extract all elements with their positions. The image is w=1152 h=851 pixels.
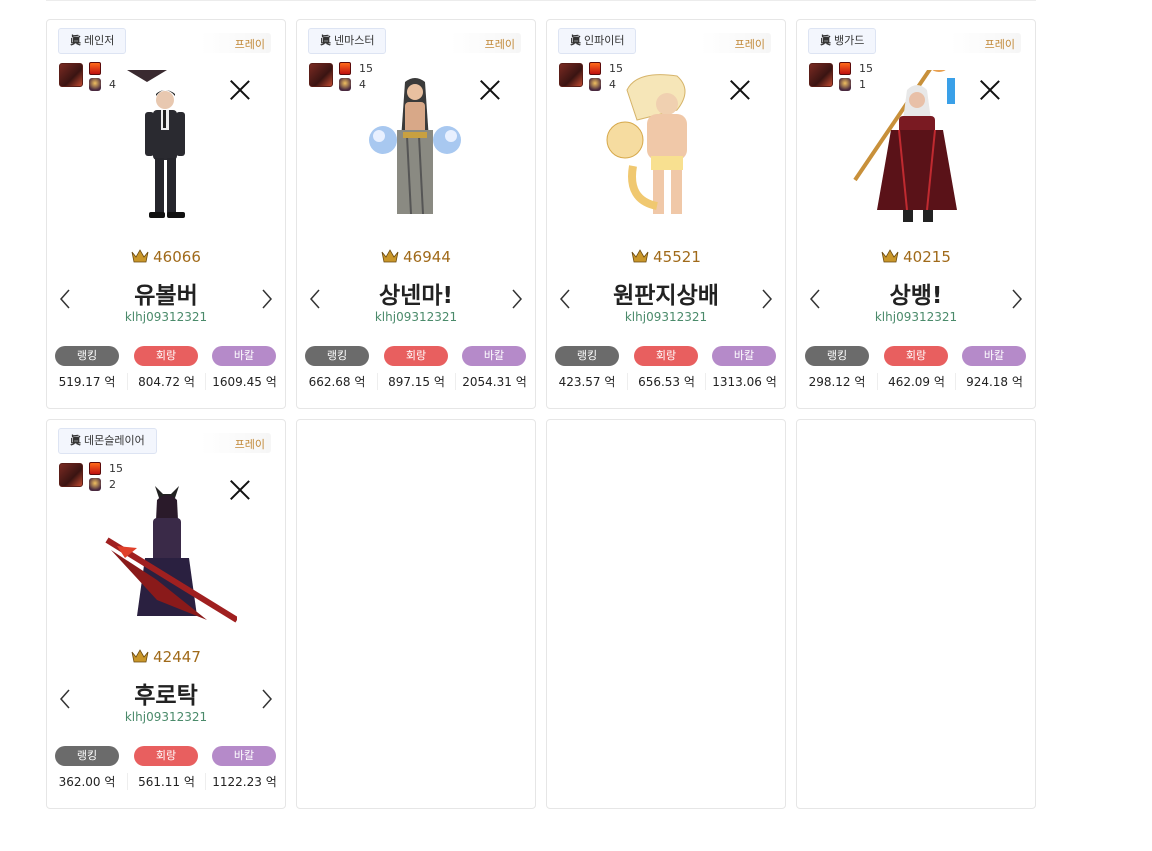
job-tag: 眞 데몬슬레이어 [58,428,157,454]
prev-arrow-icon[interactable] [557,288,573,310]
adventure-name: klhj09312321 [874,310,958,324]
hoerang-badge[interactable]: 회랑 [884,346,948,366]
job-tag: 眞 뱅가드 [808,28,877,54]
character-card[interactable]: 眞 인파이터 프레이 15 4 45521 원판지상배 klhj09312321 … [546,19,786,409]
prev-arrow-icon[interactable] [57,288,73,310]
rank-badge[interactable]: 랭킹 [55,346,119,366]
job-tag: 眞 넨마스터 [308,28,387,54]
character-name: 원판지상배 [613,283,719,309]
character-card[interactable]: 眞 레인저 프레이 4 46066 유볼버 klhj09312321 랭킹 회랑… [46,19,286,409]
bakal-badge[interactable]: 바칼 [712,346,776,366]
character-name: 유볼버 [134,283,198,309]
empty-card-slot[interactable] [296,419,536,809]
adventure-name: klhj09312321 [124,710,208,724]
avatar [559,63,583,87]
hoerang-value: 656.53 억 [627,373,705,390]
server-label: 프레이 [984,38,1015,51]
job-tag: 眞 인파이터 [558,28,637,54]
character-card[interactable]: 眞 데몬슬레이어 프레이 15 2 42447 후로탁 klhj09312321 … [46,419,286,809]
bakal-value: 1609.45 억 [205,373,283,390]
fame-score: 40215 [797,248,1035,266]
adventure-name: klhj09312321 [374,310,458,324]
character-portrait [127,70,185,218]
avatar [59,463,83,487]
character-card[interactable]: 眞 넨마스터 프레이 15 4 46944 상넨마! klhj09312321 랭… [296,19,536,409]
rank-badge[interactable]: 랭킹 [555,346,619,366]
bakal-value: 1122.23 억 [205,773,283,790]
avatar [809,63,833,87]
bakal-badge[interactable]: 바칼 [212,346,276,366]
fame-icon [131,249,149,263]
rank-value: 519.17 억 [58,375,116,389]
next-arrow-icon[interactable] [259,288,275,310]
bakal-value: 2054.31 억 [455,373,533,390]
fame-icon [881,249,899,263]
rank-value: 423.57 억 [558,375,616,389]
fame-icon [381,249,399,263]
next-arrow-icon[interactable] [509,288,525,310]
character-name: 상뱅! [889,283,943,309]
fame-score: 46944 [297,248,535,266]
top-divider [46,0,1036,1]
prev-arrow-icon[interactable] [307,288,323,310]
server-label: 프레이 [234,438,265,451]
hoerang-value: 462.09 억 [877,373,955,390]
adventure-name: klhj09312321 [624,310,708,324]
character-card[interactable]: 眞 뱅가드 프레이 15 1 40215 상뱅! klhj09312321 랭킹 … [796,19,1036,409]
avatar [59,63,83,87]
character-name: 후로탁 [134,683,198,709]
server-label: 프레이 [234,38,265,51]
bakal-value: 924.18 억 [955,373,1033,390]
server-label: 프레이 [734,38,765,51]
hoerang-badge[interactable]: 회랑 [634,346,698,366]
character-grid: 眞 레인저 프레이 4 46066 유볼버 klhj09312321 랭킹 회랑… [46,19,1036,809]
rank-badge[interactable]: 랭킹 [305,346,369,366]
character-portrait [105,486,237,623]
bakal-badge[interactable]: 바칼 [212,746,276,766]
server-label: 프레이 [484,38,515,51]
bakal-value: 1313.06 억 [705,373,783,390]
fame-score: 45521 [547,248,785,266]
character-portrait [369,78,461,215]
prev-arrow-icon[interactable] [57,688,73,710]
hoerang-badge[interactable]: 회랑 [134,346,198,366]
rank-value: 662.68 억 [308,375,366,389]
next-arrow-icon[interactable] [259,688,275,710]
adventure-name: klhj09312321 [124,310,208,324]
hoerang-badge[interactable]: 회랑 [384,346,448,366]
rank-value: 362.00 억 [58,775,116,789]
avatar [309,63,333,87]
rank-value: 298.12 억 [808,375,866,389]
fame-icon [131,649,149,663]
prev-arrow-icon[interactable] [807,288,823,310]
hoerang-value: 804.72 억 [127,373,205,390]
hoerang-value: 897.15 억 [377,373,455,390]
fame-icon [631,249,649,263]
next-arrow-icon[interactable] [1009,288,1025,310]
hoerang-badge[interactable]: 회랑 [134,746,198,766]
hoerang-value: 561.11 억 [127,773,205,790]
empty-card-slot[interactable] [796,419,1036,809]
fame-score: 42447 [47,648,285,666]
bakal-badge[interactable]: 바칼 [962,346,1026,366]
character-portrait [606,74,687,214]
bakal-badge[interactable]: 바칼 [462,346,526,366]
next-arrow-icon[interactable] [759,288,775,310]
character-portrait [853,70,957,222]
rank-badge[interactable]: 랭킹 [55,746,119,766]
empty-card-slot[interactable] [546,419,786,809]
fame-score: 46066 [47,248,285,266]
character-name: 상넨마! [379,283,453,309]
rank-badge[interactable]: 랭킹 [805,346,869,366]
job-tag: 眞 레인저 [58,28,127,54]
